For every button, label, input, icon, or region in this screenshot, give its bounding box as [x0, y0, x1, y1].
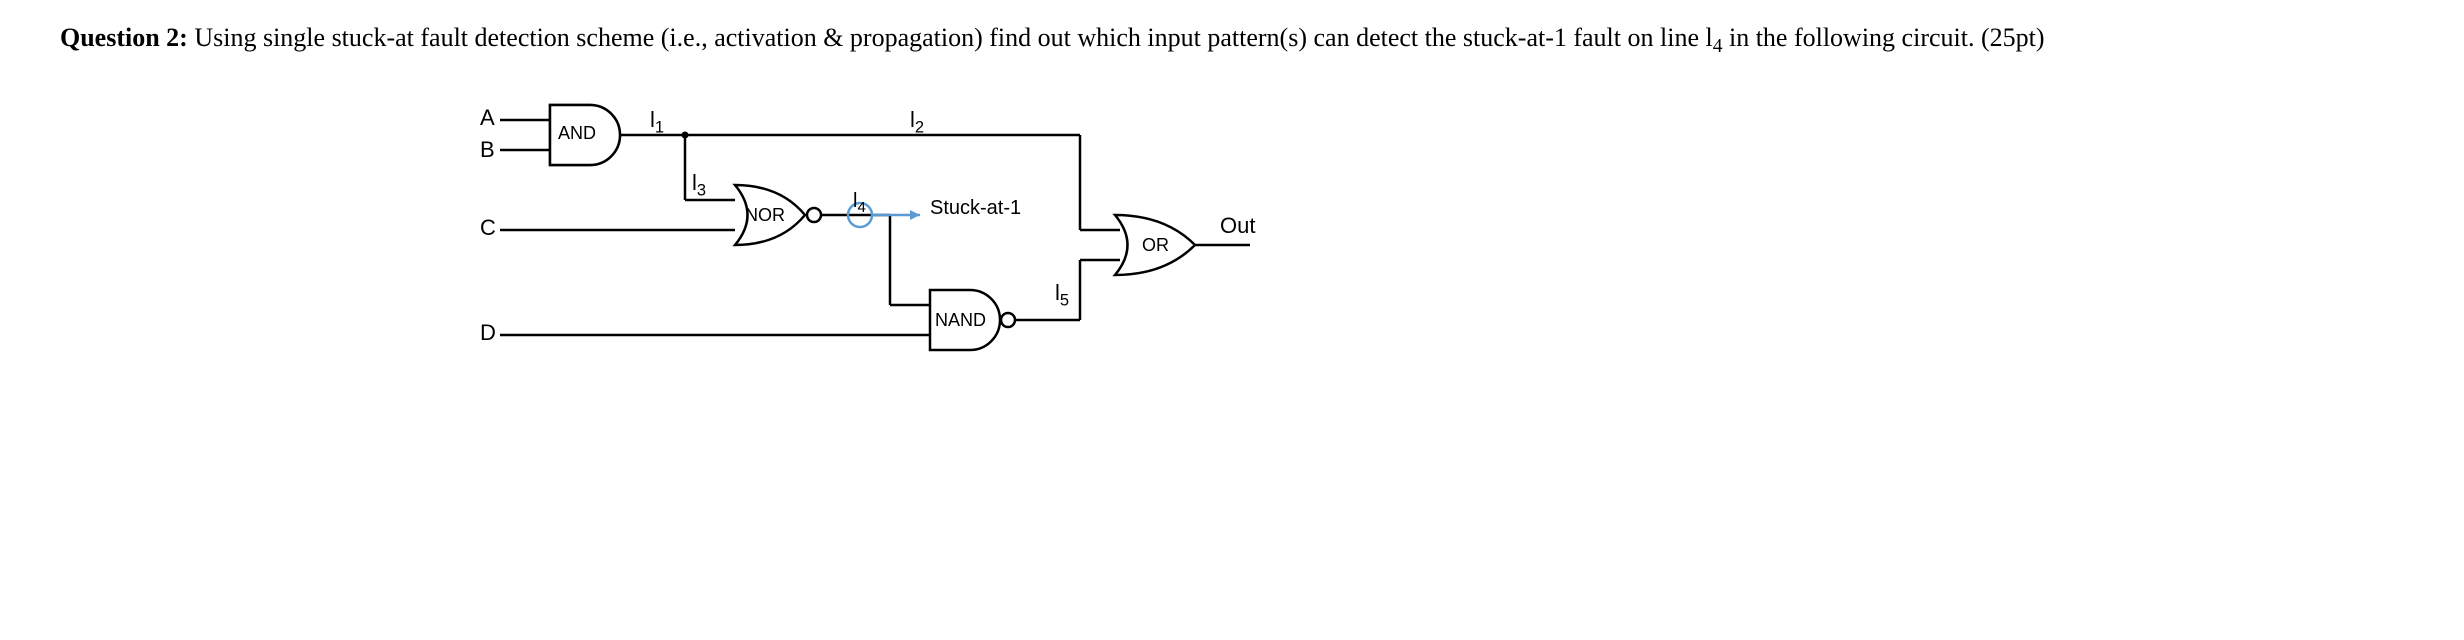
- question-label: Question 2:: [60, 23, 188, 52]
- input-c-label: C: [480, 215, 496, 241]
- l2-label: l2: [910, 107, 924, 137]
- question-text: Question 2: Using single stuck-at fault …: [60, 20, 2404, 60]
- or-gate-label: OR: [1142, 235, 1169, 256]
- circuit-svg: [460, 85, 1560, 435]
- input-d-label: D: [480, 320, 496, 346]
- circuit-diagram: A B C D AND NOR NAND OR l1 l2 l3 l4 l5 S…: [460, 85, 2404, 435]
- l3-label: l3: [692, 170, 706, 200]
- nand-gate-label: NAND: [935, 310, 986, 331]
- question-body-2: in the following circuit. (25pt): [1722, 23, 2044, 52]
- l4-label: l4: [853, 190, 866, 216]
- output-label: Out: [1220, 213, 1255, 239]
- question-sub-1: 4: [1713, 36, 1723, 57]
- input-a-label: A: [480, 105, 495, 131]
- input-b-label: B: [480, 137, 495, 163]
- question-body-1: Using single stuck-at fault detection sc…: [188, 23, 1713, 52]
- fault-arrow-head: [910, 210, 920, 220]
- l5-label: l5: [1055, 280, 1069, 310]
- l1-label: l1: [650, 107, 664, 137]
- and-gate-label: AND: [558, 123, 596, 144]
- fault-label: Stuck-at-1: [930, 197, 1021, 220]
- nor-gate-label: NOR: [745, 205, 785, 226]
